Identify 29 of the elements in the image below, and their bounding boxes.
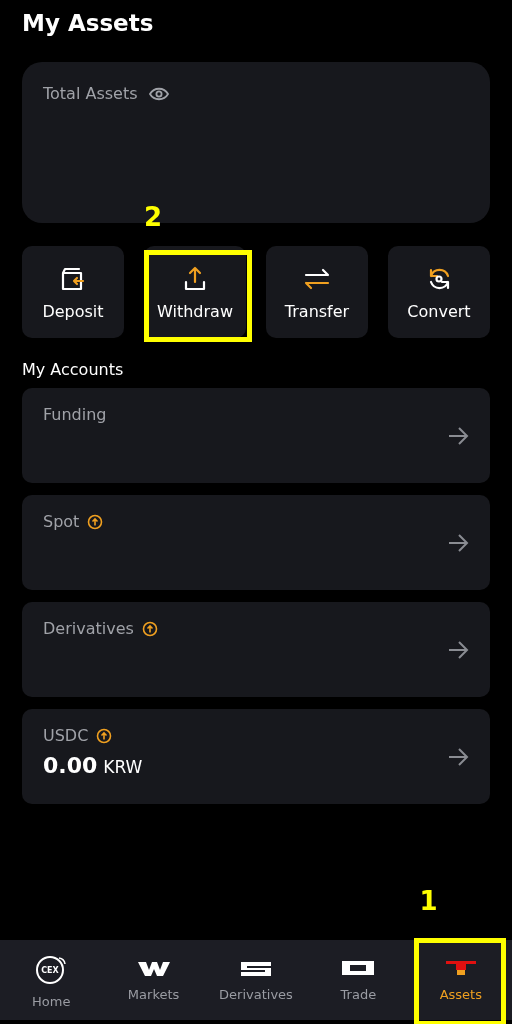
action-button[interactable]: Convert bbox=[388, 246, 490, 338]
account-name: Funding bbox=[43, 405, 107, 424]
arrow-right-icon bbox=[447, 425, 469, 446]
nav-tab[interactable]: Derivatives bbox=[204, 940, 308, 1020]
nav-tab[interactable]: Markets bbox=[102, 940, 205, 1020]
arrow-right-icon bbox=[447, 746, 469, 767]
account-card[interactable]: Spot bbox=[22, 495, 490, 590]
step-number: 2 bbox=[144, 204, 163, 230]
arrow-up-circle-icon bbox=[141, 620, 158, 637]
nav-tab[interactable]: Trade bbox=[307, 940, 410, 1020]
page-title: My Assets bbox=[22, 10, 155, 38]
account-name: Derivatives bbox=[43, 619, 134, 638]
nav-tab[interactable]: CEX Home bbox=[0, 940, 103, 1020]
total-assets-label: Total Assets bbox=[43, 84, 138, 103]
action-button[interactable]: Transfer bbox=[266, 246, 368, 338]
section-heading: My Accounts bbox=[22, 360, 125, 381]
action-button[interactable]: Deposit bbox=[22, 246, 124, 338]
nav-tab[interactable]: Assets bbox=[409, 940, 512, 1020]
account-card[interactable]: Funding bbox=[22, 388, 490, 483]
arrow-up-circle-icon bbox=[96, 727, 113, 744]
account-card[interactable]: USDC 0.00 KRW bbox=[22, 709, 490, 804]
arrow-up-circle-icon bbox=[87, 513, 104, 530]
arrow-right-icon bbox=[447, 532, 469, 553]
account-balance: 0.00 KRW bbox=[43, 753, 143, 778]
account-name: USDC bbox=[43, 726, 89, 745]
account-name: Spot bbox=[43, 512, 80, 531]
step-number: 1 bbox=[419, 888, 438, 914]
arrow-right-icon bbox=[447, 639, 469, 660]
account-card[interactable]: Derivatives bbox=[22, 602, 490, 697]
